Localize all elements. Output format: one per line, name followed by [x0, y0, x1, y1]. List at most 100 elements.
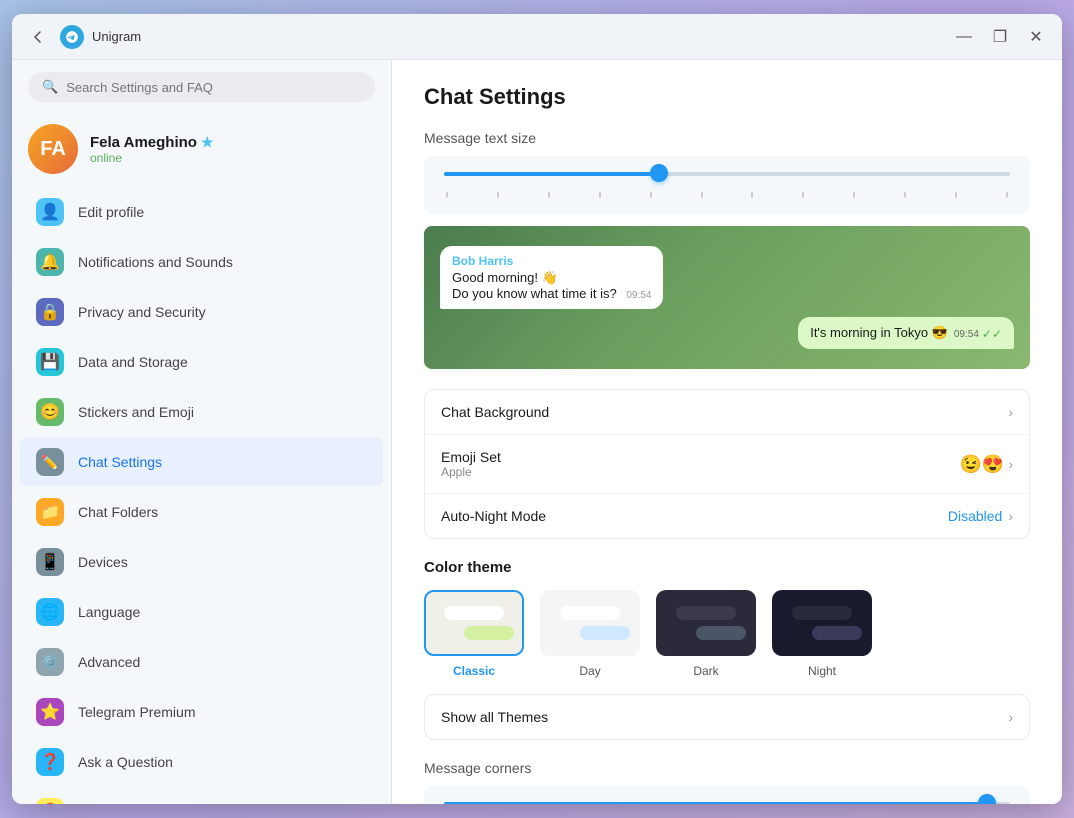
classic-preview — [424, 590, 524, 656]
advanced-icon: ⚙️ — [36, 648, 64, 676]
sidebar-item-data-storage[interactable]: 💾 Data and Storage — [20, 338, 383, 386]
emoji-preview: 😉😍 — [960, 454, 1005, 475]
sidebar-item-label: Ask a Question — [78, 754, 173, 770]
auto-night-value: Disabled — [948, 508, 1002, 524]
sidebar-item-notifications[interactable]: 🔔 Notifications and Sounds — [20, 238, 383, 286]
text-size-slider-track[interactable] — [444, 172, 1010, 176]
app-window: Unigram — ❐ ✕ 🔍 FA Fela Ameghino ★ on — [12, 14, 1062, 804]
theme-night[interactable]: Night — [772, 590, 872, 678]
show-all-themes-row[interactable]: Show all Themes › — [425, 695, 1029, 739]
sidebar-item-label: Notifications and Sounds — [78, 254, 233, 270]
sidebar-item-faq[interactable]: ❓ Telegram FAQ — [20, 788, 383, 804]
data-storage-icon: 💾 — [36, 348, 64, 376]
corners-slider-thumb[interactable] — [978, 794, 996, 804]
search-input[interactable] — [66, 80, 361, 95]
emoji-set-sublabel: Apple — [441, 465, 960, 479]
chat-background-row[interactable]: Chat Background › — [425, 390, 1029, 435]
search-icon: 🔍 — [42, 79, 58, 95]
profile-info: Fela Ameghino ★ online — [90, 134, 214, 165]
close-button[interactable]: ✕ — [1022, 23, 1050, 51]
tick — [599, 192, 601, 198]
double-check-icon: ✓✓ — [982, 327, 1002, 341]
chevron-icon: › — [1008, 404, 1013, 420]
sidebar-item-label: Stickers and Emoji — [78, 404, 194, 420]
day-bubble-in — [560, 606, 620, 620]
language-icon: 🌐 — [36, 598, 64, 626]
text-size-slider-container — [424, 156, 1030, 214]
titlebar-left: Unigram — [24, 23, 141, 51]
sidebar-item-label: Data and Storage — [78, 354, 188, 370]
classic-label: Classic — [453, 664, 495, 678]
slider-thumb[interactable] — [650, 164, 668, 182]
premium-icon: ⭐ — [36, 698, 64, 726]
chat-folders-icon: 📁 — [36, 498, 64, 526]
message-corners-label: Message corners — [424, 760, 1030, 776]
color-theme-title: Color theme — [424, 559, 1030, 576]
chevron-icon: › — [1008, 508, 1013, 524]
sidebar-item-devices[interactable]: 📱 Devices — [20, 538, 383, 586]
devices-icon: 📱 — [36, 548, 64, 576]
sidebar-item-label: Advanced — [78, 654, 140, 670]
sidebar-item-chat-settings[interactable]: ✏️ Chat Settings — [20, 438, 383, 486]
maximize-button[interactable]: ❐ — [986, 23, 1014, 51]
sidebar-item-label: Language — [78, 604, 140, 620]
sidebar-item-ask-question[interactable]: ❓ Ask a Question — [20, 738, 383, 786]
privacy-icon: 🔒 — [36, 298, 64, 326]
sidebar-item-edit-profile[interactable]: 👤 Edit profile — [20, 188, 383, 236]
tick — [701, 192, 703, 198]
emoji-set-row[interactable]: Emoji Set Apple 😉😍 › — [425, 435, 1029, 494]
notifications-icon: 🔔 — [36, 248, 64, 276]
emoji-set-label: Emoji Set — [441, 449, 960, 465]
show-all-themes-label: Show all Themes — [441, 709, 1008, 725]
sidebar-item-label: Telegram Premium — [78, 704, 195, 720]
auto-night-label: Auto-Night Mode — [441, 508, 948, 524]
tick — [955, 192, 957, 198]
theme-dark[interactable]: Dark — [656, 590, 756, 678]
stickers-icon: 😊 — [36, 398, 64, 426]
message-meta: 09:54 ✓✓ — [954, 327, 1002, 341]
minimize-button[interactable]: — — [950, 23, 978, 51]
chat-settings-icon: ✏️ — [36, 448, 64, 476]
back-button[interactable] — [24, 23, 52, 51]
emoji-set-info: Emoji Set Apple — [441, 449, 960, 479]
tick — [497, 192, 499, 198]
corners-slider-container — [424, 786, 1030, 804]
night-bubble-in — [792, 606, 852, 620]
theme-day[interactable]: Day — [540, 590, 640, 678]
search-box[interactable]: 🔍 — [28, 72, 375, 102]
classic-bubble-out — [464, 626, 514, 640]
titlebar-title: Unigram — [92, 29, 141, 44]
sidebar-item-chat-folders[interactable]: 📁 Chat Folders — [20, 488, 383, 536]
profile-status: online — [90, 151, 214, 165]
dark-preview — [656, 590, 756, 656]
classic-bubble-in — [444, 606, 504, 620]
profile-name: Fela Ameghino ★ — [90, 134, 214, 151]
page-title: Chat Settings — [424, 84, 1030, 110]
sidebar-item-privacy[interactable]: 🔒 Privacy and Security — [20, 288, 383, 336]
sidebar-item-label: Edit profile — [78, 204, 144, 220]
message-text-1: Good morning! 👋 — [452, 270, 651, 286]
theme-classic[interactable]: Classic — [424, 590, 524, 678]
day-preview — [540, 590, 640, 656]
chevron-icon: › — [1008, 456, 1013, 472]
slider-fill — [444, 172, 659, 176]
auto-night-row[interactable]: Auto-Night Mode Disabled › — [425, 494, 1029, 538]
sidebar-item-language[interactable]: 🌐 Language — [20, 588, 383, 636]
corners-slider-track[interactable] — [444, 802, 1010, 804]
tick — [751, 192, 753, 198]
faq-icon: ❓ — [36, 798, 64, 804]
chat-background-label: Chat Background — [441, 404, 1008, 420]
sidebar-item-label: Devices — [78, 554, 128, 570]
sidebar-item-label: Chat Folders — [78, 504, 158, 520]
show-all-themes-card: Show all Themes › — [424, 694, 1030, 740]
tick — [446, 192, 448, 198]
sidebar-item-premium[interactable]: ⭐ Telegram Premium — [20, 688, 383, 736]
night-label: Night — [808, 664, 836, 678]
sender-name: Bob Harris — [452, 254, 651, 268]
reply-time: 09:54 — [954, 329, 979, 340]
sidebar-item-advanced[interactable]: ⚙️ Advanced — [20, 638, 383, 686]
night-bubble-out — [812, 626, 862, 640]
tick — [802, 192, 804, 198]
sidebar-item-label: Privacy and Security — [78, 304, 206, 320]
sidebar-item-stickers[interactable]: 😊 Stickers and Emoji — [20, 388, 383, 436]
